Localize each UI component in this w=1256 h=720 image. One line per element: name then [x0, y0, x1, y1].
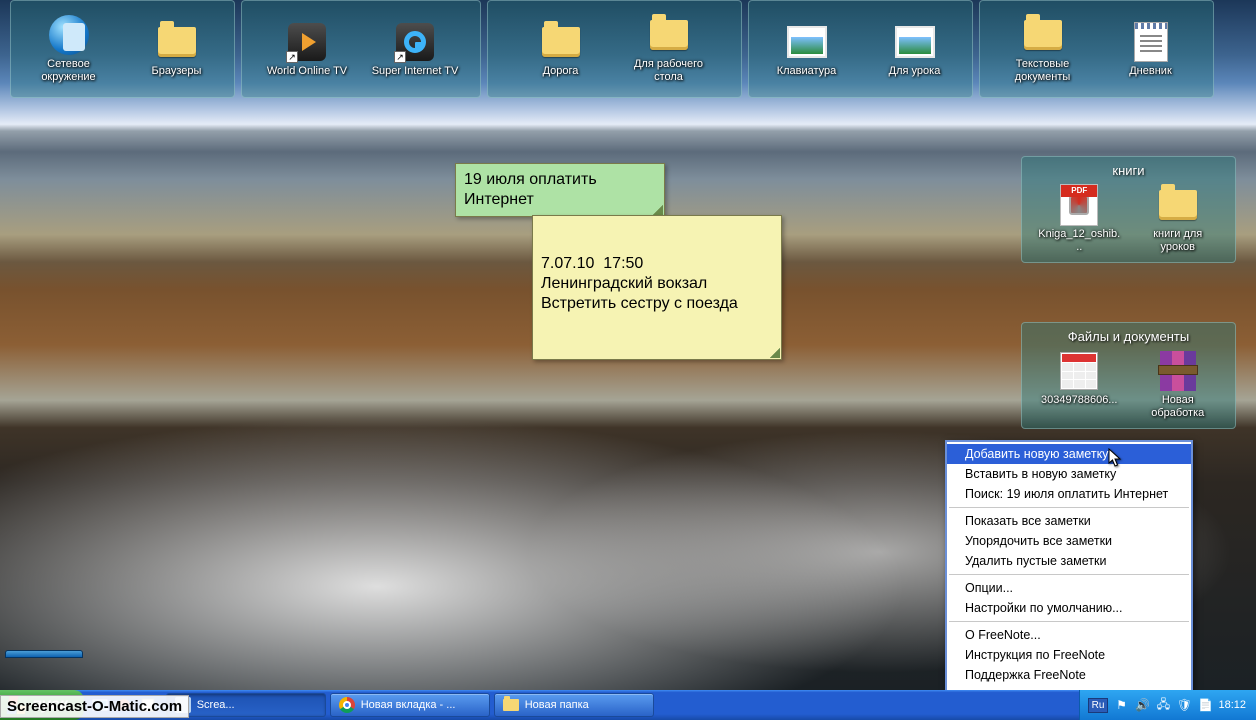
folder-icon [540, 21, 582, 63]
icon-label: World Online TV [267, 65, 347, 78]
desktop-icon-net[interactable]: Сетевое окружение [24, 14, 114, 84]
qt-icon: ↗ [394, 21, 436, 63]
menu-separator [949, 621, 1189, 622]
menu-item[interactable]: Поиск: 19 июля оплатить Интернет [947, 484, 1191, 504]
fence-group-5: Текстовые документы Дневник [979, 0, 1214, 98]
icon-label: книги для уроков [1136, 228, 1220, 254]
icon-label: Браузеры [152, 65, 202, 78]
menu-item[interactable]: Вставить в новую заметку [947, 464, 1191, 484]
menu-item[interactable]: Настройки по умолчанию... [947, 598, 1191, 618]
language-indicator[interactable]: Ru [1088, 698, 1109, 713]
tray-shield-icon[interactable]: 🛡 [1176, 697, 1192, 713]
folder-icon [1022, 14, 1064, 56]
task-label: Screa... [197, 699, 235, 711]
sticky-note-yellow[interactable]: 7.07.10 17:50 Ленинградский вокзал Встре… [532, 215, 782, 360]
pic-icon [786, 21, 828, 63]
desktop-icon-diary[interactable]: Дневник [1106, 21, 1196, 78]
tray-icon[interactable]: ⚑ [1113, 697, 1129, 713]
fence-group-4: Клавиатура Для урока [748, 0, 973, 98]
fence-files-title: Файлы и документы [1030, 329, 1227, 344]
menu-item[interactable]: Добавить новую заметку [947, 444, 1191, 464]
taskbar-button-chrome[interactable]: Новая вкладка - ... [330, 693, 490, 717]
clock[interactable]: 18:12 [1218, 699, 1246, 711]
desktop[interactable]: Сетевое окружение Браузеры ↗ World Online … [0, 0, 1256, 690]
icon-label: Новая обработка [1136, 394, 1220, 420]
sticky-note-yellow-text[interactable]: 7.07.10 17:50 Ленинградский вокзал Встре… [533, 216, 781, 320]
icon-label: 30349788606... [1041, 394, 1117, 407]
resize-grip-icon[interactable] [653, 205, 663, 215]
sticky-note-green-text[interactable]: 19 июля оплатить Интернет [456, 164, 664, 216]
pic-icon [894, 21, 936, 63]
folder-icon [156, 21, 198, 63]
menu-item[interactable]: Поддержка FreeNote [947, 665, 1191, 685]
tray-note-icon[interactable]: 📄 [1197, 697, 1213, 713]
desktop-icon-browsers[interactable]: Браузеры [132, 21, 222, 78]
globe-icon [48, 14, 90, 56]
desktop-icon-lesson[interactable]: Для урока [870, 21, 960, 78]
pdf-icon: PDF [1058, 184, 1100, 226]
menu-item[interactable]: Опции... [947, 578, 1191, 598]
folder-icon [1157, 184, 1199, 226]
desktop-icon-textdocs[interactable]: Текстовые документы [998, 14, 1088, 84]
folder-icon [503, 699, 519, 711]
menu-item[interactable]: Удалить пустые заметки [947, 551, 1191, 571]
icon-label: Kniga_12_oshib... [1037, 228, 1121, 254]
desktop-icon-keyb[interactable]: Клавиатура [762, 21, 852, 78]
context-menu: Добавить новую заметкуВставить в новую з… [945, 440, 1193, 709]
task-label: Новая вкладка - ... [361, 699, 456, 711]
icon-label: Для урока [889, 65, 941, 78]
tray-network-icon[interactable]: 🖧 [1155, 697, 1171, 713]
zip-icon [1157, 350, 1199, 392]
fence-group-3: Дорога Для рабочего стола [487, 0, 742, 98]
icon-label: Текстовые документы [998, 58, 1088, 84]
menu-separator [949, 507, 1189, 508]
fence-group-1: Сетевое окружение Браузеры [10, 0, 235, 98]
top-icon-strip: Сетевое окружение Браузеры ↗ World Online … [10, 0, 1246, 98]
menu-item[interactable]: Упорядочить все заметки [947, 531, 1191, 551]
desktop-icon-road[interactable]: Дорога [516, 21, 606, 78]
icon-label: Дорога [543, 65, 579, 78]
task-label: Новая папка [525, 699, 589, 711]
sticky-note-green[interactable]: 19 июля оплатить Интернет [455, 163, 665, 217]
menu-item[interactable]: Инструкция по FreeNote [947, 645, 1191, 665]
fence-books: книги PDFKniga_12_oshib... книги для урок… [1021, 156, 1236, 263]
tray-volume-icon[interactable]: 🔊 [1134, 697, 1150, 713]
desktop-icon-wotv[interactable]: ↗ World Online TV [262, 21, 352, 78]
desktop-icon-pdf[interactable]: PDFKniga_12_oshib... [1037, 184, 1121, 254]
notes-icon [1130, 21, 1172, 63]
chrome-icon [339, 697, 355, 713]
desktop-icon-sitv[interactable]: ↗ Super Internet TV [370, 21, 460, 78]
icon-label: Сетевое окружение [24, 58, 114, 84]
icon-label: Дневник [1129, 65, 1172, 78]
resize-grip-icon[interactable] [770, 348, 780, 358]
desktop-icon-bk[interactable]: книги для уроков [1136, 184, 1220, 254]
cal-icon [1058, 350, 1100, 392]
desktop-icon-cal[interactable]: 30349788606... [1037, 350, 1121, 420]
desktop-icon-zip[interactable]: Новая обработка [1136, 350, 1220, 420]
desktop-icon-desk[interactable]: Для рабочего стола [624, 14, 714, 84]
icon-label: Для рабочего стола [624, 58, 714, 84]
taskbar-button-folder[interactable]: Новая папка [494, 693, 654, 717]
system-tray: Ru ⚑ 🔊 🖧 🛡 📄 18:12 [1079, 690, 1256, 720]
minimized-window-preview[interactable] [5, 650, 83, 658]
folder-icon [648, 14, 690, 56]
fence-group-2: ↗ World Online TV ↗ Super Internet TV [241, 0, 481, 98]
watermark: Screencast-O-Matic.com [0, 695, 189, 718]
wmp-icon: ↗ [286, 21, 328, 63]
fence-files: Файлы и документы 30349788606... Новая об… [1021, 322, 1236, 429]
fence-books-title: книги [1030, 163, 1227, 178]
menu-item[interactable]: Показать все заметки [947, 511, 1191, 531]
menu-separator [949, 574, 1189, 575]
menu-item[interactable]: О FreeNote... [947, 625, 1191, 645]
icon-label: Клавиатура [777, 65, 837, 78]
taskbar-button-screa[interactable]: Screa... [166, 693, 326, 717]
icon-label: Super Internet TV [372, 65, 459, 78]
